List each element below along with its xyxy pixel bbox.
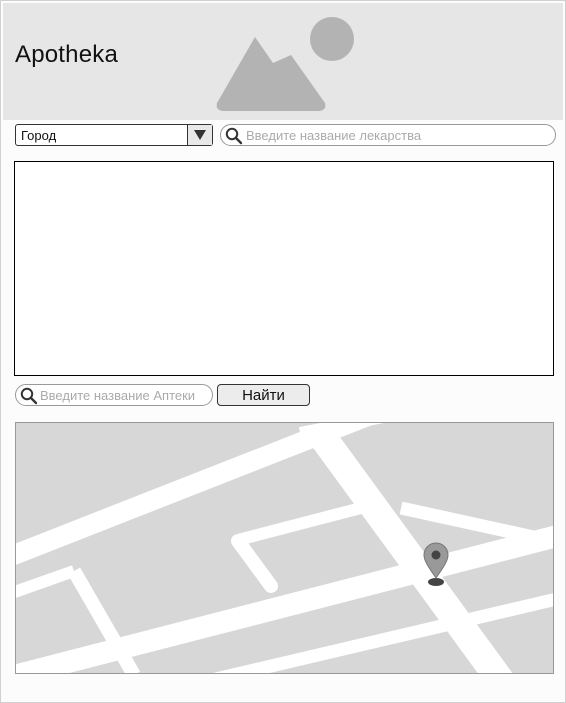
drug-search-input[interactable]: Введите название лекарства — [220, 124, 556, 146]
app-title: Apotheka — [15, 41, 119, 68]
search-icon — [20, 387, 38, 405]
pharmacy-search-placeholder: Введите название Аптеки — [40, 388, 196, 403]
search-icon — [225, 127, 243, 150]
city-select-value: Город — [21, 128, 57, 143]
results-list — [14, 161, 554, 376]
app-frame: Apotheka Город Введите название лекарств… — [0, 0, 566, 703]
find-button[interactable]: Найти — [217, 384, 310, 406]
map[interactable] — [15, 422, 554, 674]
header: Apotheka — [3, 3, 563, 120]
city-select[interactable]: Город — [15, 124, 213, 146]
map-roads — [16, 423, 553, 673]
image-placeholder-icon — [216, 17, 354, 111]
pharmacy-search-input[interactable]: Введите название Аптеки — [15, 384, 213, 406]
triangle-down-icon[interactable] — [187, 125, 212, 145]
drug-search-placeholder: Введите название лекарства — [246, 128, 422, 143]
